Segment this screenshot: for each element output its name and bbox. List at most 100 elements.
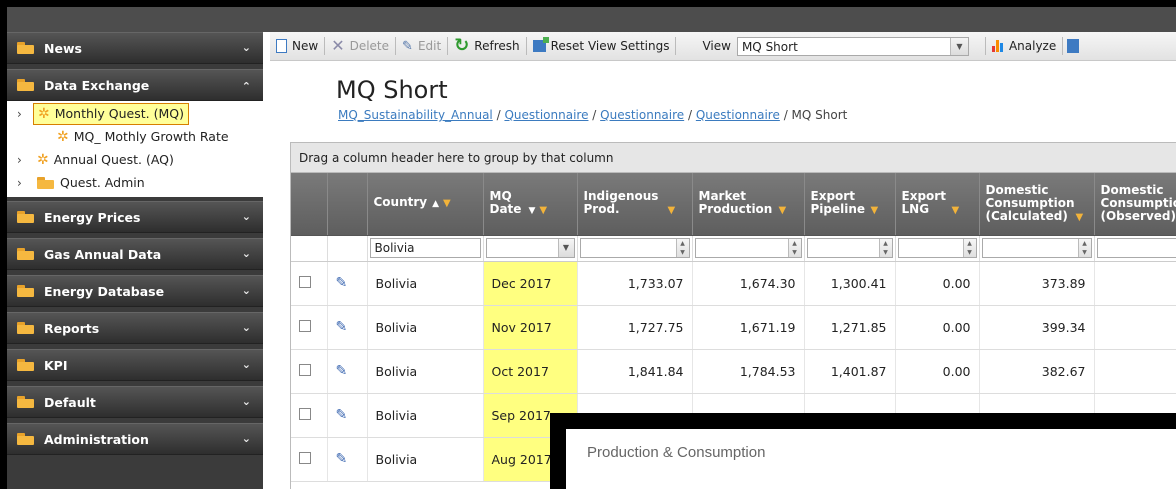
chevron-down-icon: ⌄ [241,432,251,445]
folder-icon [37,176,54,189]
folder-icon [17,79,34,91]
filter-icon[interactable]: ▼ [952,205,960,216]
refresh-button[interactable]: ↻ Refresh [448,37,525,55]
sidebar-section-default[interactable]: Default ⌄ [7,386,263,418]
edit-button[interactable]: ✎ Edit [396,39,447,54]
cell-date: Nov 2017 [483,305,578,350]
spinner-icon[interactable]: ▲ ▼ [962,239,976,257]
pipeline-filter-input[interactable]: ▲ ▼ [806,238,893,258]
header-indigenous-prod[interactable]: Indigenous Prod. ▼ [577,173,693,236]
sidebar-section-energy-database[interactable]: Energy Database ⌄ [7,275,263,307]
chevron-down-icon[interactable]: ▼ [557,239,574,257]
group-by-panel[interactable]: Drag a column header here to group by th… [291,142,1176,173]
view-select[interactable]: MQ Short ▼ [736,36,969,56]
breadcrumb-link[interactable]: Questionnaire [696,108,780,122]
toolbar-separator [675,37,677,55]
cell-indigenous: 1,733.07 [577,261,693,306]
view-select-value: MQ Short [741,39,798,54]
row-checkbox[interactable] [299,451,311,464]
indigenous-filter-input[interactable]: ▲ ▼ [579,238,690,258]
cell-domestic-obs [1094,349,1176,394]
reset-view-settings-button[interactable]: Reset View Settings [527,37,676,53]
sidebar-section-gas-annual-data[interactable]: Gas Annual Data ⌄ [7,238,263,270]
sidebar-item-quest-admin[interactable]: › Quest. Admin [7,171,263,194]
filter-icon[interactable]: ▼ [779,205,787,216]
filter-icon[interactable]: ▼ [539,205,547,216]
sidebar-item-annual-quest[interactable]: › ✲ Annual Quest. (AQ) [7,148,263,171]
dialog-title: Production & Consumption [587,444,766,461]
sidebar-section-data-exchange[interactable]: Data Exchange ⌃ [7,69,263,101]
page-title: MQ Short [336,76,448,104]
table-row[interactable]: ✎ Bolivia Nov 2017 1,727.75 1,671.19 1,2… [291,305,1176,350]
sidebar-section-energy-prices[interactable]: Energy Prices ⌄ [7,201,263,233]
cell-market: 1,784.53 [692,349,805,394]
folder-icon [17,285,34,297]
sidebar-section-label: Administration [44,431,149,447]
sidebar-section-administration[interactable]: Administration ⌄ [7,423,263,455]
expand-arrow-icon[interactable]: › [17,107,29,121]
header-export-pipeline[interactable]: Export Pipeline ▼ [804,173,896,236]
edit-pencil-icon[interactable]: ✎ [336,407,348,423]
lng-filter-input[interactable]: ▲ ▼ [897,238,977,258]
expand-arrow-icon[interactable]: › [17,176,29,190]
filter-icon[interactable]: ▼ [1076,212,1084,223]
header-market-production[interactable]: Market Production ▼ [692,173,805,236]
row-checkbox[interactable] [299,363,311,376]
sidebar-item-label: MQ_ Mothly Growth Rate [73,129,229,144]
chevron-down-icon[interactable]: ▼ [949,37,968,55]
analyze-button[interactable]: Analyze [986,39,1062,53]
header-edit [327,173,368,236]
folder-icon [17,211,34,223]
domestic-obs-filter-input[interactable] [1096,238,1176,258]
market-filter-input[interactable]: ▲ ▼ [694,238,802,258]
sidebar-section-label: Default [44,394,96,410]
spinner-icon[interactable]: ▲ ▼ [1077,239,1091,257]
header-domestic-observed[interactable]: Domestic Consumption (Observed) [1094,173,1176,236]
header-export-lng[interactable]: Export LNG ▼ [895,173,980,236]
table-row[interactable]: ✎ Bolivia Oct 2017 1,841.84 1,784.53 1,4… [291,349,1176,394]
date-filter-select[interactable]: ▼ [485,238,575,258]
cell-domestic-obs [1094,305,1176,350]
delete-button[interactable]: ✕ Delete [325,38,395,54]
sidebar-section-kpi[interactable]: KPI ⌄ [7,349,263,381]
row-checkbox[interactable] [299,407,311,420]
edit-pencil-icon[interactable]: ✎ [336,319,348,335]
chevron-down-icon: ⌄ [241,358,251,371]
sidebar-section-news[interactable]: News ⌄ [7,32,263,64]
edit-pencil-icon[interactable]: ✎ [336,363,348,379]
edit-pencil-icon[interactable]: ✎ [336,451,348,467]
domestic-calc-filter-input[interactable]: ▲ ▼ [981,238,1092,258]
sidebar-section-reports[interactable]: Reports ⌄ [7,312,263,344]
spinner-icon[interactable]: ▲ ▼ [878,239,892,257]
toolbar-overflow-icon[interactable] [1067,39,1080,53]
breadcrumb-link[interactable]: MQ_Sustainability_Annual [338,108,493,122]
table-row[interactable]: ✎ Bolivia Dec 2017 1,733.07 1,674.30 1,3… [291,261,1176,306]
header-country[interactable]: Country ▲ ▼ [367,173,484,236]
spinner-icon[interactable]: ▲ ▼ [675,239,689,257]
spinner-icon[interactable]: ▲ ▼ [787,239,801,257]
header-select [291,173,328,236]
chevron-down-icon: ⌄ [241,321,251,334]
header-mq-date[interactable]: MQ Date ▼ ▼ [483,173,578,236]
cell-date: Oct 2017 [483,349,578,394]
filter-icon[interactable]: ▼ [668,205,676,216]
breadcrumb-link[interactable]: Questionnaire [600,108,684,122]
sidebar-item-mq-growth-rate[interactable]: ✲ MQ_ Mothly Growth Rate [7,125,263,148]
new-button[interactable]: New [270,39,324,53]
filter-icon[interactable]: ▼ [871,205,879,216]
breadcrumb-link[interactable]: Questionnaire [504,108,588,122]
row-checkbox[interactable] [299,275,311,288]
sidebar-item-monthly-quest[interactable]: › ✲ Monthly Quest. (MQ) [7,102,263,125]
row-checkbox[interactable] [299,319,311,332]
sidebar: News ⌄ Data Exchange ⌃ › ✲ Monthly Quest… [7,32,263,489]
country-filter-input[interactable]: Bolivia [369,238,481,258]
header-domestic-calculated[interactable]: Domestic Consumption (Calculated) ▼ [979,173,1095,236]
filter-icon[interactable]: ▼ [443,198,451,209]
edit-pencil-icon[interactable]: ✎ [336,275,348,291]
sort-ascending-icon[interactable]: ▲ [432,199,439,209]
expand-arrow-icon[interactable]: › [17,153,29,167]
sort-descending-icon[interactable]: ▼ [529,206,536,216]
cell-domestic-calc: 382.67 [979,349,1095,394]
folder-icon [17,248,34,260]
sidebar-item-label: Quest. Admin [60,175,145,190]
